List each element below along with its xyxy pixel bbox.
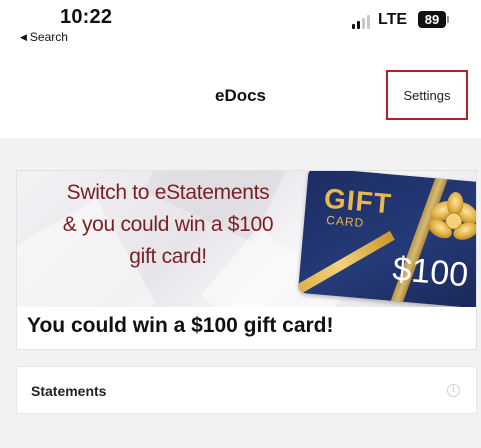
battery-tip xyxy=(447,16,449,23)
main-content: Switch to eStatements & you could win a … xyxy=(0,138,481,448)
back-label: Search xyxy=(29,30,68,44)
network-type: LTE xyxy=(378,11,408,28)
signal-strength-icon xyxy=(352,15,370,29)
info-icon[interactable]: i xyxy=(447,384,460,397)
back-arrow-icon: ◀ xyxy=(20,31,27,42)
promo-card[interactable]: Switch to eStatements & you could win a … xyxy=(16,170,477,350)
back-to-search-link[interactable]: ◀ Search xyxy=(20,30,68,44)
promo-banner: Switch to eStatements & you could win a … xyxy=(17,171,476,307)
status-bar: 10:22 ◀ Search LTE 89 xyxy=(0,0,481,46)
promo-headline: Switch to eStatements & you could win a … xyxy=(33,177,303,273)
settings-button[interactable]: Settings xyxy=(386,70,468,120)
promo-line-3: gift card! xyxy=(129,245,207,268)
nav-bar: eDocs Settings xyxy=(0,46,481,138)
statements-row[interactable]: Statements i xyxy=(16,366,477,414)
gift-card-card-text: CARD xyxy=(325,212,365,231)
promo-line-2: & you could win a $100 xyxy=(62,213,274,236)
battery-icon: 89 xyxy=(418,11,446,28)
gift-card-image: GIFT CARD $100 xyxy=(297,171,476,307)
promo-line-1: Switch to eStatements xyxy=(66,181,270,204)
gift-bow-icon xyxy=(428,192,476,240)
promo-caption: You could win a $100 gift card! xyxy=(27,314,334,337)
statements-label: Statements xyxy=(31,383,107,399)
status-time: 10:22 xyxy=(60,6,113,28)
gift-card-amount: $100 xyxy=(391,249,470,295)
